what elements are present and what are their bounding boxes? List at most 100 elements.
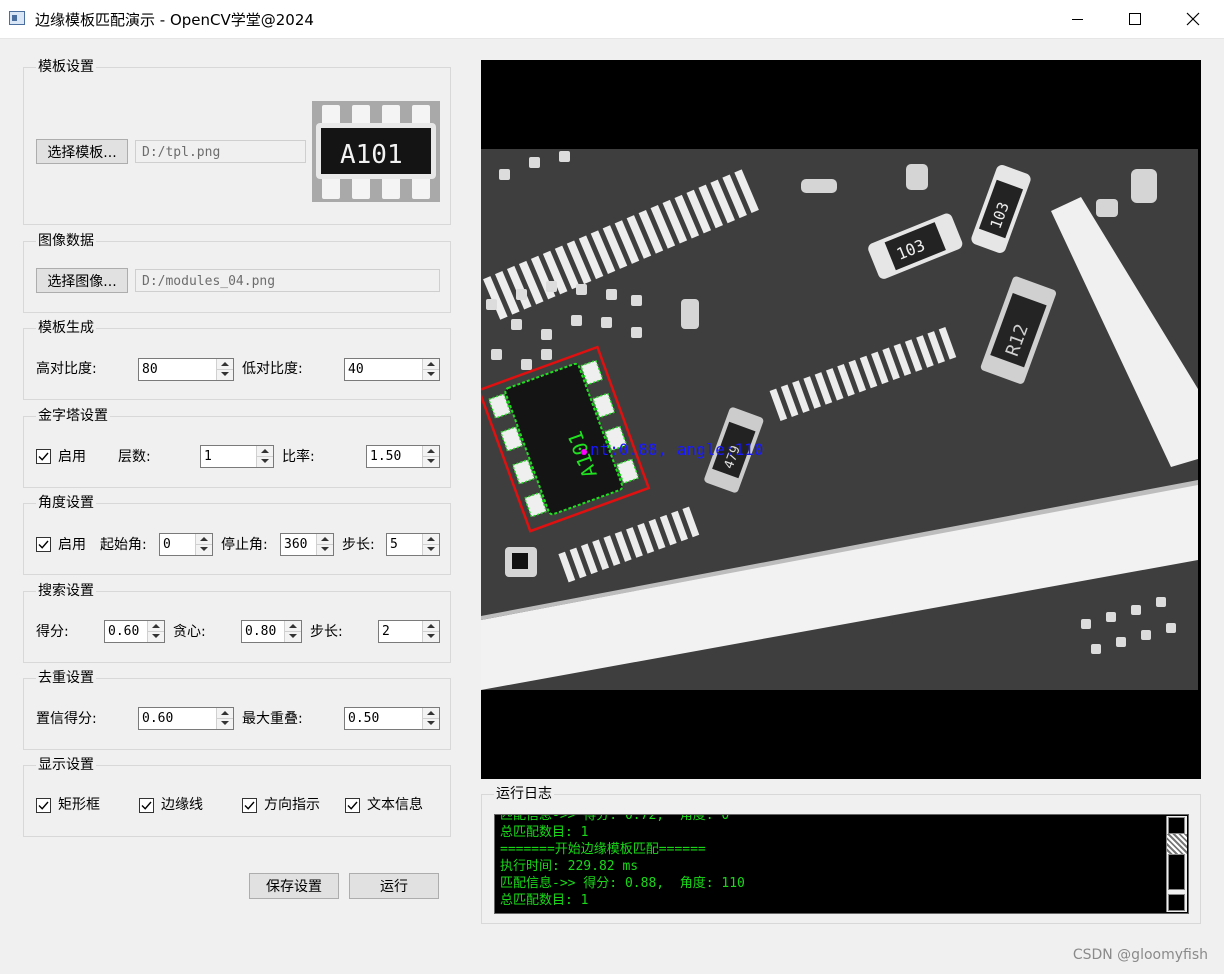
up-arrow-icon xyxy=(221,362,229,366)
pyramid-levels-spinbox[interactable]: 1 xyxy=(200,445,274,468)
log-line: 总匹配数目: 1 xyxy=(500,825,589,840)
down-arrow-icon xyxy=(427,634,435,638)
angle-enable-label: 启用 xyxy=(58,537,86,553)
log-line: 匹配信息->> 得分: 0.88, 角度: 110 xyxy=(500,876,745,891)
spin-arrows[interactable] xyxy=(422,534,439,555)
pyramid-enable-label: 启用 xyxy=(58,449,86,465)
check-icon xyxy=(347,801,358,810)
match-info-text: nt:0.88, angle:110 xyxy=(590,440,763,459)
up-arrow-icon xyxy=(321,537,329,541)
up-arrow-icon xyxy=(261,449,269,453)
template-settings-group: 模板设置 选择模板... D:/tpl.png A101 xyxy=(23,58,451,225)
image-view[interactable]: 103 103 R12 479 A101 nt:0.88, angle:110 xyxy=(481,60,1201,779)
log-line: 匹配信息->> 得分: 0.72, 角度: 0 xyxy=(500,814,730,823)
run-log-group: 运行日志 匹配信息->> 得分: 0.72, 角度: 0 总匹配数目: 1 ==… xyxy=(481,785,1201,924)
spin-arrows[interactable] xyxy=(422,708,439,729)
group-title: 搜索设置 xyxy=(36,582,96,600)
log-scrollbar[interactable] xyxy=(1166,816,1187,912)
template-thumb-text: A101 xyxy=(340,140,403,170)
template-path-field[interactable]: D:/tpl.png xyxy=(135,140,306,163)
up-arrow-icon xyxy=(289,624,297,628)
scroll-down-button[interactable] xyxy=(1168,894,1185,911)
title-bar[interactable]: 边缘模板匹配演示 - OpenCV学堂@2024 xyxy=(0,0,1224,39)
image-path-field[interactable]: D:/modules_04.png xyxy=(135,269,440,292)
pyramid-ratio-spinbox[interactable]: 1.50 xyxy=(366,445,440,468)
start-angle-spinbox[interactable]: 0 xyxy=(159,533,213,556)
template-generation-group: 模板生成 高对比度: 80 低对比度: 40 xyxy=(23,319,451,400)
max-overlap-spinbox[interactable]: 0.50 xyxy=(344,707,440,730)
score-spinbox[interactable]: 0.60 xyxy=(104,620,165,643)
image-data-group: 图像数据 选择图像... D:/modules_04.png xyxy=(23,232,451,313)
greedy-spinbox[interactable]: 0.80 xyxy=(241,620,302,643)
spin-arrows[interactable] xyxy=(422,621,439,642)
spin-arrows[interactable] xyxy=(316,534,333,555)
start-angle-label: 起始角: xyxy=(100,537,147,553)
pyramid-settings-group: 金字塔设置 启用 层数: 1 比率: 1.50 xyxy=(23,407,451,488)
stop-angle-label: 停止角: xyxy=(221,537,268,553)
check-icon xyxy=(38,540,49,549)
search-step-spinbox[interactable]: 2 xyxy=(378,620,440,643)
app-icon xyxy=(9,11,25,25)
log-line: =======开始边缘模板匹配====== xyxy=(500,842,706,857)
show-direction-checkbox[interactable] xyxy=(242,798,257,813)
group-title: 模板生成 xyxy=(36,319,96,337)
check-icon xyxy=(141,801,152,810)
log-output[interactable]: 匹配信息->> 得分: 0.72, 角度: 0 总匹配数目: 1 =======… xyxy=(494,814,1189,914)
confidence-spinbox[interactable]: 0.60 xyxy=(138,707,234,730)
stop-angle-spinbox[interactable]: 360 xyxy=(280,533,334,556)
low-contrast-spinbox[interactable]: 40 xyxy=(344,358,440,381)
scroll-thumb[interactable] xyxy=(1168,854,1185,890)
minimize-button[interactable] xyxy=(1048,0,1106,38)
down-arrow-icon xyxy=(221,372,229,376)
spin-arrows[interactable] xyxy=(216,708,233,729)
spin-arrows[interactable] xyxy=(284,621,301,642)
select-template-button[interactable]: 选择模板... xyxy=(36,139,128,164)
down-arrow-icon xyxy=(152,634,160,638)
high-contrast-spinbox[interactable]: 80 xyxy=(138,358,234,381)
check-icon xyxy=(38,452,49,461)
show-edges-checkbox[interactable] xyxy=(139,798,154,813)
maximize-icon xyxy=(1129,13,1141,25)
close-button[interactable] xyxy=(1164,0,1222,38)
run-button[interactable]: 运行 xyxy=(349,873,439,899)
up-arrow-icon xyxy=(221,711,229,715)
max-overlap-label: 最大重叠: xyxy=(242,711,303,727)
group-title: 金字塔设置 xyxy=(36,407,110,425)
show-edges-label: 边缘线 xyxy=(161,797,203,813)
angle-step-label: 步长: xyxy=(342,537,375,553)
select-image-button[interactable]: 选择图像... xyxy=(36,268,128,293)
close-icon xyxy=(1186,12,1200,26)
search-settings-group: 搜索设置 得分: 0.60 贪心: 0.80 步长: 2 xyxy=(23,582,451,663)
angle-step-spinbox[interactable]: 5 xyxy=(386,533,440,556)
group-title: 运行日志 xyxy=(494,785,554,803)
down-arrow-icon xyxy=(427,721,435,725)
pyramid-enable-checkbox[interactable] xyxy=(36,449,51,464)
show-rect-checkbox[interactable] xyxy=(36,798,51,813)
high-contrast-label: 高对比度: xyxy=(36,361,97,377)
pyramid-levels-label: 层数: xyxy=(118,449,151,465)
up-arrow-icon xyxy=(427,362,435,366)
maximize-button[interactable] xyxy=(1106,0,1164,38)
up-arrow-icon xyxy=(427,449,435,453)
spin-arrows[interactable] xyxy=(216,359,233,380)
spin-arrows[interactable] xyxy=(422,359,439,380)
show-text-checkbox[interactable] xyxy=(345,798,360,813)
spin-arrows[interactable] xyxy=(256,446,273,467)
scroll-up-button[interactable] xyxy=(1168,817,1185,834)
spin-arrows[interactable] xyxy=(195,534,212,555)
save-settings-button[interactable]: 保存设置 xyxy=(249,873,339,899)
match-center-point xyxy=(581,449,587,455)
down-arrow-icon xyxy=(427,372,435,376)
minimize-icon xyxy=(1071,18,1083,20)
scroll-track[interactable] xyxy=(1167,834,1187,854)
confidence-label: 置信得分: xyxy=(36,711,97,727)
down-arrow-icon xyxy=(200,547,208,551)
down-arrow-icon xyxy=(221,721,229,725)
group-title: 图像数据 xyxy=(36,232,96,250)
angle-enable-checkbox[interactable] xyxy=(36,537,51,552)
down-arrow-icon xyxy=(427,547,435,551)
spin-arrows[interactable] xyxy=(147,621,164,642)
spin-arrows[interactable] xyxy=(422,446,439,467)
group-title: 显示设置 xyxy=(36,756,96,774)
low-contrast-label: 低对比度: xyxy=(242,361,303,377)
